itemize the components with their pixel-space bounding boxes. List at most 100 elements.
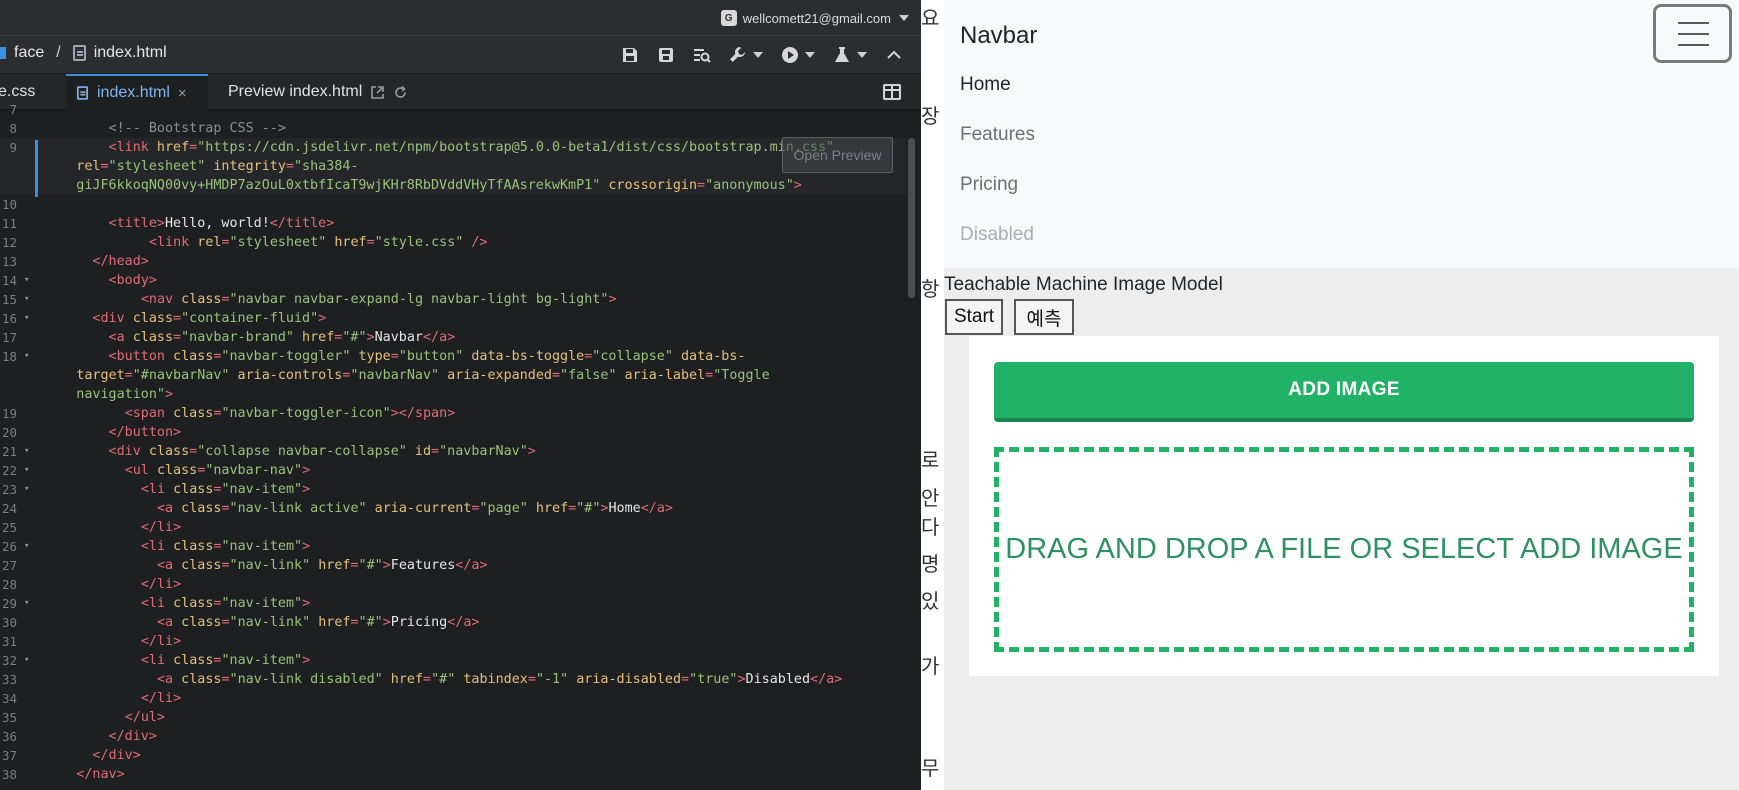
code-text: <a class="nav-link" href="#">Pricing</a> xyxy=(157,613,480,632)
code-text: <li class="nav-item"> xyxy=(141,537,310,556)
code-line[interactable]: 12 <link rel="stylesheet" href="style.css… xyxy=(0,233,906,252)
code-line[interactable]: 11 <title>Hello, world!</title> xyxy=(0,214,906,233)
fold-arrow-icon[interactable]: ▾ xyxy=(24,347,29,366)
code-token: = xyxy=(173,311,182,326)
lab-menu-button[interactable] xyxy=(833,45,867,65)
code-token: href xyxy=(302,330,335,345)
editor-toolbar: face / index.html xyxy=(0,36,921,74)
fold-arrow-icon[interactable]: ▾ xyxy=(24,594,29,613)
code-line[interactable]: 21 ▾ <div class = "collapse navbar-collapse"… xyxy=(0,442,906,461)
code-token: "nav-link" xyxy=(229,615,319,630)
code-token: class xyxy=(173,482,214,497)
background-page-strip: 요 장 로 안다 명 있 가 무 항 xyxy=(921,0,944,790)
code-line[interactable]: 26 ▾ <li class="nav-item"> xyxy=(0,537,906,556)
code-line[interactable]: 22 ▾ <ul class="navbar-nav"> xyxy=(0,461,906,480)
code-token: Disabled xyxy=(745,672,811,687)
save-button[interactable] xyxy=(621,45,639,65)
code-line[interactable]: 20 </button> xyxy=(0,423,906,442)
code-token: "https://cdn.jsdelivr.net/npm/bootstrap@… xyxy=(197,140,835,155)
code-line[interactable]: 18 ▾ <button class="navbar-toggler" type="… xyxy=(0,347,906,366)
code-line[interactable]: 23 ▾ <li class="nav-item"> xyxy=(0,480,906,499)
fold-arrow-icon[interactable]: ▾ xyxy=(24,461,29,480)
run-menu-button[interactable] xyxy=(781,45,815,65)
account-menu[interactable]: G wellcomett21@gmail.com xyxy=(720,8,909,28)
drop-zone-text: DRAG AND DROP A FILE OR SELECT ADD IMAGE xyxy=(1005,533,1683,565)
fold-arrow-icon[interactable]: ▾ xyxy=(24,651,29,670)
code-line[interactable]: 14 ▾ <body> xyxy=(0,271,906,290)
code-line[interactable]: 13 </head> xyxy=(0,252,906,271)
code-line[interactable]: 38 </nav> xyxy=(0,765,906,784)
code-line[interactable]: 10 xyxy=(0,195,906,214)
code-line[interactable]: 34 </li> xyxy=(0,689,906,708)
code-token: </ xyxy=(640,501,657,516)
code-line[interactable]: navigation"> xyxy=(0,385,906,404)
code-line[interactable]: 16 ▾ <div class="container-fluid"> xyxy=(0,309,906,328)
code-line[interactable]: 33 <a class="nav-link disabled" href="#" … xyxy=(0,670,906,689)
nav-link-home[interactable]: Home xyxy=(960,74,1011,96)
start-button[interactable]: Start xyxy=(945,299,1003,335)
code-line[interactable]: 35 </ul> xyxy=(0,708,906,727)
code-line[interactable]: 32 ▾ <li class="nav-item"> xyxy=(0,651,906,670)
close-icon[interactable]: × xyxy=(178,85,187,102)
wrench-icon xyxy=(730,47,745,62)
save-all-button[interactable] xyxy=(657,45,675,65)
code-line[interactable]: giJF6kkoqNQ00vy+HMDP7azOuL0xtbfIcaT9wjKH… xyxy=(0,176,906,195)
code-line[interactable]: 30 <a class="nav-link" href="#">Pricing</… xyxy=(0,613,906,632)
code-line[interactable]: 9 <link href="https://cdn.jsdelivr.net/np… xyxy=(0,138,906,157)
code-line[interactable]: 24 <a class="nav-link active" aria-curren… xyxy=(0,499,906,518)
nav-link-pricing[interactable]: Pricing xyxy=(960,174,1018,196)
code-line[interactable]: 8 <!-- Bootstrap CSS --> xyxy=(0,119,906,138)
open-preview-button[interactable]: Open Preview xyxy=(782,137,893,173)
code-line[interactable]: 17 <a class="navbar-brand" href="#">Navba… xyxy=(0,328,906,347)
code-line[interactable]: 19 <span class="navbar-toggler-icon"></sp… xyxy=(0,404,906,423)
code-text: <a class="nav-link disabled" href="#" ta… xyxy=(157,670,842,689)
code-line[interactable]: 7 xyxy=(0,100,906,119)
code-token: integrity xyxy=(213,159,286,174)
code-line[interactable]: 25 </li> xyxy=(0,518,906,537)
code-token: = xyxy=(221,672,230,687)
file-drop-zone[interactable]: DRAG AND DROP A FILE OR SELECT ADD IMAGE xyxy=(994,447,1694,652)
fold-arrow-icon[interactable]: ▾ xyxy=(24,290,29,309)
fold-arrow-icon[interactable]: ▾ xyxy=(24,480,29,499)
code-line[interactable]: 36 </div> xyxy=(0,727,906,746)
code-token: <!-- Bootstrap CSS --> xyxy=(108,121,286,136)
nav-link-features[interactable]: Features xyxy=(960,124,1035,146)
code-token: navigation" xyxy=(76,387,165,402)
code-token: li xyxy=(148,596,174,611)
code-token: aria-label xyxy=(624,368,706,383)
navbar-brand[interactable]: Navbar xyxy=(960,22,1037,50)
code-text: target="#navbarNav" aria-controls="navba… xyxy=(76,366,769,385)
google-icon: G xyxy=(720,10,737,26)
code-line[interactable]: 15 ▾ <nav class="navbar navbar-expand-lg n… xyxy=(0,290,906,309)
code-token: = xyxy=(423,672,432,687)
predict-button[interactable]: 예측 xyxy=(1014,299,1074,335)
code-token: > xyxy=(447,330,456,345)
fold-arrow-icon[interactable]: ▾ xyxy=(24,309,29,328)
navbar-toggler-button[interactable] xyxy=(1653,4,1732,63)
line-number: 18 xyxy=(1,349,17,364)
find-in-files-button[interactable] xyxy=(693,45,711,65)
code-token: li xyxy=(156,634,174,649)
fold-arrow-icon[interactable]: ▾ xyxy=(24,442,29,461)
code-area[interactable]: 7 8 <!-- Bootstrap CSS --> 9 <link href="htt… xyxy=(0,102,921,790)
split-view-button[interactable] xyxy=(883,84,901,100)
code-line[interactable]: 37 </div> xyxy=(0,746,906,765)
editor-scrollbar[interactable] xyxy=(908,138,915,298)
code-line[interactable]: target="#navbarNav" aria-controls="navba… xyxy=(0,366,906,385)
breadcrumb-file[interactable]: index.html xyxy=(94,44,167,62)
fold-arrow-icon[interactable]: ▾ xyxy=(24,271,29,290)
breadcrumb-folder[interactable]: face xyxy=(14,44,44,62)
refresh-icon[interactable] xyxy=(393,85,408,100)
code-line[interactable]: 31 </li> xyxy=(0,632,906,651)
code-line[interactable]: 29 ▾ <li class="nav-item"> xyxy=(0,594,906,613)
code-line[interactable]: 27 <a class="nav-link" href="#">Features<… xyxy=(0,556,906,575)
code-token: id xyxy=(414,444,432,459)
fold-arrow-icon[interactable]: ▾ xyxy=(24,537,29,556)
code-token: a xyxy=(165,672,182,687)
code-line[interactable]: rel="stylesheet" integrity="sha384- xyxy=(0,157,906,176)
code-line[interactable]: 28 </li> xyxy=(0,575,906,594)
add-image-button[interactable]: ADD IMAGE xyxy=(994,362,1694,422)
external-link-icon[interactable] xyxy=(370,85,385,100)
tools-menu-button[interactable] xyxy=(729,45,763,65)
collapse-toolbar-button[interactable] xyxy=(885,45,903,65)
